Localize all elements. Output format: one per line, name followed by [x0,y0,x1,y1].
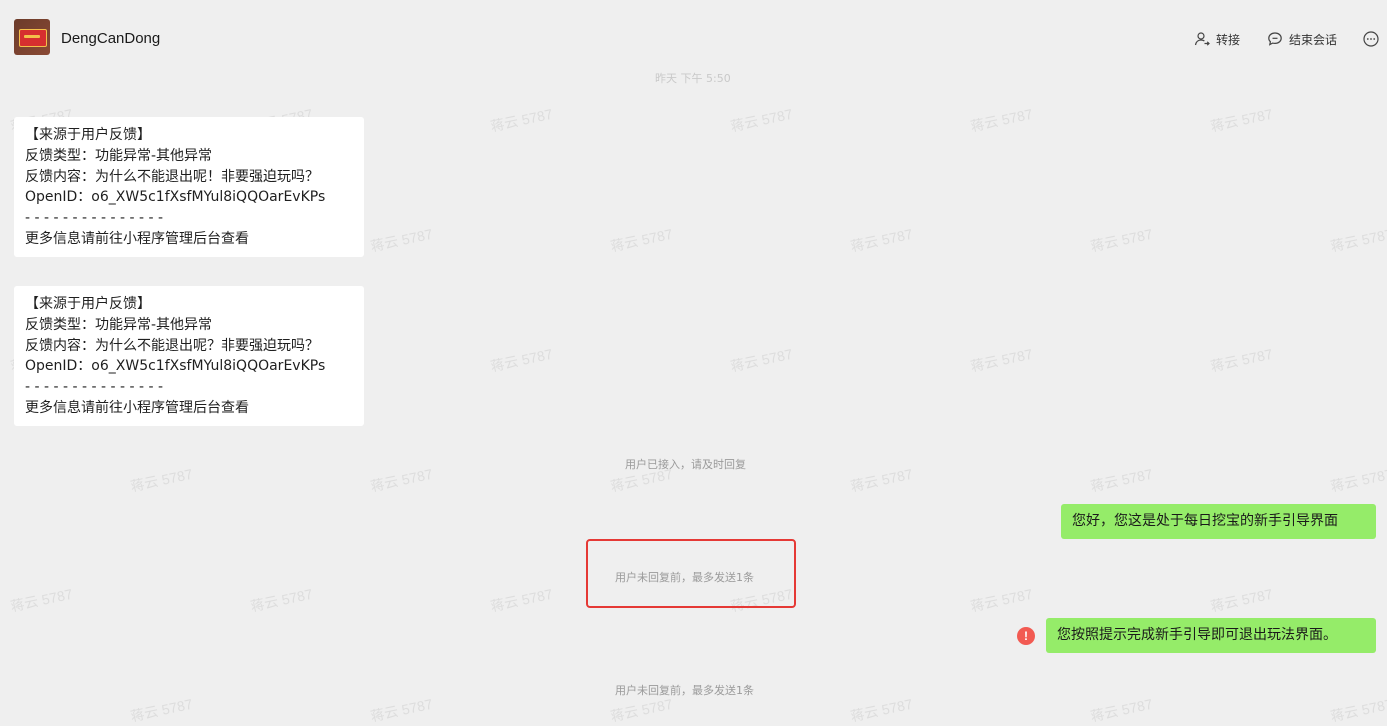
watermark-text: 蒋云 5787 [1089,465,1155,495]
card-more-info-line: 更多信息请前往小程序管理后台查看 [25,399,249,416]
card-content-line: 反馈内容：为什么不能退出呢？非要强迫玩吗？ [25,337,319,354]
watermark-text: 蒋云 5787 [489,585,555,615]
watermark-text: 蒋云 5787 [849,465,915,495]
watermark-text: 蒋云 5787 [969,105,1035,135]
watermark-text: 蒋云 5787 [1209,585,1275,615]
system-notice-send-limit: 用户未回复前，最多发送1条 [615,684,754,697]
watermark-text: 蒋云 5787 [369,695,435,725]
card-more-info-line: 更多信息请前往小程序管理后台查看 [25,230,249,247]
end-session-button[interactable]: 结束会话 [1266,29,1337,49]
watermark-text: 蒋云 5787 [9,585,75,615]
watermark-text: 蒋云 5787 [729,105,795,135]
exclamation-circle-icon[interactable]: ! [1017,627,1035,645]
more-button[interactable] [1361,29,1381,49]
feedback-message-card[interactable]: 【来源于用户反馈】 反馈类型：功能异常-其他异常 反馈内容：为什么不能退出呢？非… [14,286,364,426]
watermark-text: 蒋云 5787 [489,105,555,135]
card-divider-line: - - - - - - - - - - - - - - - [25,379,164,396]
watermark-text: 蒋云 5787 [129,465,195,495]
card-type-line: 反馈类型：功能异常-其他异常 [25,147,213,164]
watermark-text: 蒋云 5787 [1329,695,1387,725]
transfer-button[interactable]: 转接 [1193,29,1240,49]
card-divider-line: - - - - - - - - - - - - - - - [25,210,164,227]
watermark-text: 蒋云 5787 [1089,225,1155,255]
outgoing-message-bubble[interactable]: 您好，您这是处于每日挖宝的新手引导界面 [1061,504,1376,539]
avatar[interactable] [14,19,50,55]
watermark-text: 蒋云 5787 [489,345,555,375]
person-transfer-icon [1193,30,1211,48]
card-source-line: 【来源于用户反馈】 [25,127,151,143]
watermark-text: 蒋云 5787 [1209,105,1275,135]
contact-name: DengCanDong [61,30,161,47]
watermark-text: 蒋云 5787 [849,695,915,725]
watermark-text: 蒋云 5787 [609,695,675,725]
card-openid-line: OpenID：o6_XW5c1fXsfMYul8iQQOarEvKPs [25,189,326,206]
watermark-text: 蒋云 5787 [1089,695,1155,725]
watermark-text: 蒋云 5787 [969,585,1035,615]
feedback-message-card[interactable]: 【来源于用户反馈】 反馈类型：功能异常-其他异常 反馈内容：为什么不能退出呢！非… [14,117,364,257]
watermark-text: 蒋云 5787 [369,225,435,255]
transfer-label: 转接 [1216,32,1241,47]
outgoing-message-bubble[interactable]: 您按照提示完成新手引导即可退出玩法界面。 [1046,618,1376,653]
card-openid-line: OpenID：o6_XW5c1fXsfMYul8iQQOarEvKPs [25,358,326,375]
end-session-label: 结束会话 [1289,32,1338,47]
card-source-line: 【来源于用户反馈】 [25,296,151,312]
watermark-text: 蒋云 5787 [609,225,675,255]
watermark-text: 蒋云 5787 [369,465,435,495]
watermark-text: 蒋云 5787 [1329,465,1387,495]
chat-bubble-icon [1266,30,1284,48]
chat-header: DengCanDong 转接 结束会话 [0,0,1387,78]
watermark-text: 蒋云 5787 [969,345,1035,375]
more-dots-icon [1363,31,1379,47]
system-notice-user-joined: 用户已接入，请及时回复 [625,458,746,471]
watermark-text: 蒋云 5787 [849,225,915,255]
system-notice-send-limit: 用户未回复前，最多发送1条 [615,571,754,584]
watermark-text: 蒋云 5787 [1209,345,1275,375]
avatar-image [19,29,47,47]
card-type-line: 反馈类型：功能异常-其他异常 [25,316,213,333]
watermark-text: 蒋云 5787 [249,585,315,615]
card-content-line: 反馈内容：为什么不能退出呢！非要强迫玩吗？ [25,168,319,185]
watermark-text: 蒋云 5787 [1329,225,1387,255]
timestamp: 昨天 下午 5:50 [655,72,731,85]
watermark-text: 蒋云 5787 [129,695,195,725]
watermark-text: 蒋云 5787 [729,345,795,375]
